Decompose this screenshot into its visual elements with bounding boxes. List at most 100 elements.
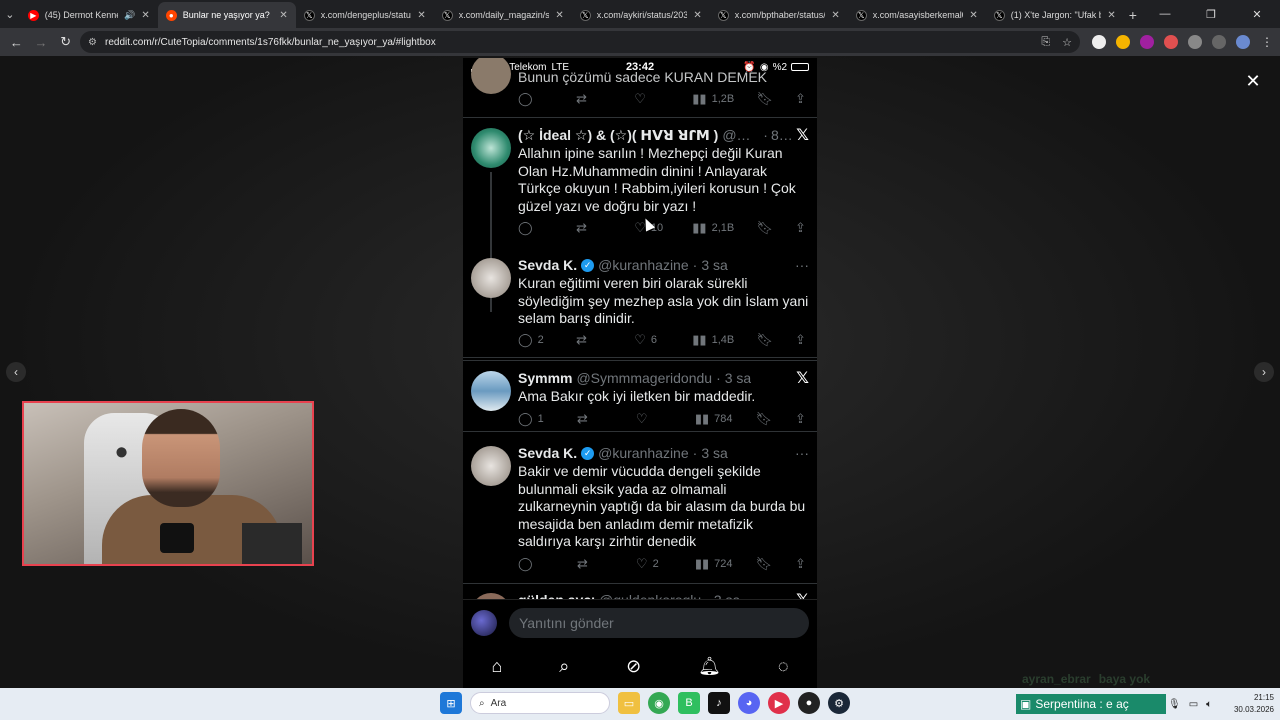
close-tab-icon[interactable]: ✕ (1107, 10, 1115, 21)
extension-icon[interactable] (1140, 35, 1155, 49)
home-icon[interactable]: ⌂ (491, 656, 502, 677)
handle[interactable]: @Symmmageridondu (576, 370, 712, 386)
speaker-icon[interactable]: 🔊 (124, 10, 135, 21)
close-tab-icon[interactable]: ✕ (831, 10, 839, 21)
reply-button[interactable]: ◯ (518, 91, 554, 107)
puzzle-icon[interactable] (1188, 35, 1203, 49)
grok-icon[interactable]: ⊘ (626, 656, 641, 677)
tab-x-6[interactable]: 𝕏 (1) X'te Jargon: "Ufak bir ✕ (986, 2, 1124, 28)
next-image-button[interactable]: › (1254, 362, 1274, 382)
tab-x-3[interactable]: 𝕏 x.com/aykiri/status/2038 ✕ (572, 2, 710, 28)
bookmark-button[interactable]: 🔖︎ (756, 91, 773, 107)
avatar[interactable] (471, 609, 497, 636)
search-icon[interactable]: ⌕ (559, 656, 569, 677)
share-button[interactable]: ⇪ (795, 91, 809, 107)
handle[interactable]: @kuranhazine (598, 445, 689, 461)
retweet-button[interactable]: ⇄ (577, 556, 613, 572)
tab-youtube[interactable]: ▶ (45) Dermot Kennedy 🔊 ✕ (20, 2, 158, 28)
reply-button[interactable]: ◯ (518, 220, 554, 236)
notifications-bell-icon[interactable]: 🔔︎ (698, 656, 721, 677)
close-tab-icon[interactable]: ✕ (969, 10, 977, 21)
obs-icon[interactable]: ● (798, 692, 820, 714)
new-tab-button[interactable]: + (1124, 2, 1142, 28)
monitor-icon[interactable]: ▭ (1189, 699, 1198, 710)
bookmark-button[interactable]: 🔖︎ (755, 411, 772, 427)
timestamp[interactable]: 3 sa (701, 257, 727, 273)
reply-button[interactable]: ◯ (518, 556, 554, 572)
url-bar[interactable]: ⚙ reddit.com/r/CuteTopia/comments/1s76fk… (80, 31, 1081, 53)
more-options-icon[interactable]: ··· (795, 257, 809, 273)
display-name[interactable]: Sevda K. (518, 445, 577, 461)
restore-icon[interactable]: ❐ (1188, 0, 1234, 28)
close-tab-icon[interactable]: ✕ (141, 10, 149, 21)
taskbar-search[interactable]: ⌕ Ara (470, 692, 610, 714)
extension-icon[interactable] (1116, 35, 1131, 49)
like-button[interactable]: ♡ (636, 411, 672, 427)
taskbar-clock[interactable]: 21:15 30.03.2026 (1234, 692, 1274, 716)
tab-x-4[interactable]: 𝕏 x.com/bpthaber/status/2 ✕ (710, 2, 848, 28)
share-button[interactable]: ⇪ (795, 556, 809, 572)
avatar[interactable] (471, 371, 511, 411)
close-window-icon[interactable]: ✕ (1234, 0, 1280, 28)
views-button[interactable]: ▮▮ 2,1B (692, 220, 734, 236)
reply-input[interactable]: Yanıtını gönder (509, 607, 809, 638)
menu-icon[interactable]: ⋮ (1260, 35, 1274, 49)
close-tab-icon[interactable]: ✕ (693, 10, 701, 21)
bookmark-button[interactable]: 🔖︎ (756, 332, 773, 348)
tweet[interactable]: Symmm @Symmmageridondu · 3 sa 𝕏 Ama Bakı… (463, 360, 817, 432)
close-tab-icon[interactable]: ✕ (555, 10, 563, 21)
back-button[interactable]: ← (6, 31, 27, 53)
avatar[interactable] (471, 258, 511, 298)
start-menu-icon[interactable]: ⊞ (440, 692, 462, 714)
mic-icon[interactable]: 🎙︎ (1168, 699, 1181, 710)
display-name[interactable]: Symmm (518, 370, 572, 386)
messages-icon[interactable]: ◌ (778, 656, 789, 677)
share-button[interactable]: ⇪ (795, 332, 809, 348)
discord-icon[interactable]: ◕ (738, 692, 760, 714)
like-button[interactable]: ♡ 6 (634, 332, 670, 348)
app-icon[interactable]: B (678, 692, 700, 714)
media-player-icon[interactable]: ▶ (768, 692, 790, 714)
tab-x-1[interactable]: 𝕏 x.com/dengeplus/status/... ✕ (296, 2, 434, 28)
more-options-icon[interactable]: ··· (795, 445, 809, 461)
tweet[interactable]: Sevda K. ✓ @kuranhazine · 3 sa ··· Bakir… (463, 436, 817, 584)
tab-x-2[interactable]: 𝕏 x.com/daily_magazin/stat ✕ (434, 2, 572, 28)
forward-button[interactable]: → (31, 31, 52, 53)
site-info-icon[interactable]: ⚙ (88, 37, 97, 48)
views-button[interactable]: ▮▮ 724 (695, 556, 733, 572)
avatar[interactable] (471, 446, 511, 486)
steam-icon[interactable]: ⚙ (828, 692, 850, 714)
volume-icon[interactable]: 🔈︎ (1206, 699, 1212, 710)
reply-button[interactable]: ◯ 1 (518, 411, 554, 427)
share-button[interactable]: ⇪ (795, 411, 809, 427)
retweet-button[interactable]: ⇄ (576, 332, 612, 348)
reply-button[interactable]: ◯ 2 (518, 332, 554, 348)
retweet-button[interactable]: ⇄ (576, 220, 612, 236)
previous-image-button[interactable]: ‹ (6, 362, 26, 382)
views-button[interactable]: ▮▮ 1,4B (692, 332, 734, 348)
display-name[interactable]: Sevda K. (518, 257, 577, 273)
bookmark-button[interactable]: 🔖︎ (755, 556, 772, 572)
timestamp[interactable]: 3 sa (701, 445, 727, 461)
like-button[interactable]: ♡ (634, 91, 670, 107)
tab-x-5[interactable]: 𝕏 x.com/asayisberkemal0/s ✕ (848, 2, 986, 28)
timestamp[interactable]: 8 sa (771, 127, 792, 143)
avatar[interactable] (471, 128, 511, 168)
timestamp[interactable]: 3 sa (725, 370, 751, 386)
close-lightbox-icon[interactable]: ✕ (1240, 68, 1266, 94)
share-button[interactable]: ⇪ (795, 220, 809, 236)
close-tab-icon[interactable]: ✕ (417, 10, 425, 21)
profile-avatar[interactable] (1236, 35, 1251, 49)
tab-search-button[interactable]: ⌄ (0, 0, 20, 28)
retweet-button[interactable]: ⇄ (577, 411, 613, 427)
close-tab-icon[interactable]: ✕ (279, 10, 287, 21)
handle[interactable]: @kuranhazine (598, 257, 689, 273)
reload-button[interactable]: ↻ (55, 31, 76, 53)
tweet[interactable]: Sevda K. ✓ @kuranhazine · 3 sa ··· Kuran… (463, 248, 817, 358)
bookmark-button[interactable]: 🔖︎ (756, 220, 773, 236)
minimize-icon[interactable]: — (1142, 0, 1188, 28)
install-app-icon[interactable]: ⎘ (1041, 36, 1050, 49)
reading-list-icon[interactable] (1212, 35, 1227, 49)
bookmark-star-icon[interactable]: ☆ (1062, 36, 1072, 49)
like-button[interactable]: ♡ 2 (636, 556, 672, 572)
